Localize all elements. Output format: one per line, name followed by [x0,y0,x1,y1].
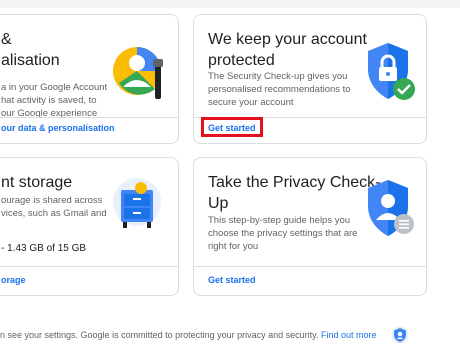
find-out-more-link[interactable]: Find out more [321,330,377,340]
privacy-card[interactable]: Take the Privacy Check- Up This step-by-… [193,157,427,296]
personalisation-card-description: a in your Google Account hat activity is… [1,82,108,119]
storage-link[interactable]: orage [1,275,26,285]
storage-card-description: ourage is shared across vices, such as G… [1,195,107,219]
privacy-shield-person-icon [364,178,416,245]
personalisation-card-title: & alisation [1,31,60,69]
card-divider [0,266,178,267]
storage-card-title: nt storage [1,174,73,191]
footer-privacy-text: n see your settings. Google is committed… [0,330,377,340]
privacy-get-started-link[interactable]: Get started [208,275,256,285]
privacy-person-badge-icon [391,326,409,349]
card-divider [194,266,426,267]
storage-card[interactable]: nt storage ourage is shared across vices… [0,157,179,296]
top-divider [0,0,460,8]
storage-cabinet-icon [111,176,163,237]
privacy-card-title: Take the Privacy Check- Up [208,174,381,212]
security-card-description: The Security Check-up gives you personal… [208,71,351,108]
get-started-highlight [201,117,263,137]
shield-lock-check-icon [364,41,416,108]
personalisation-card[interactable]: & alisation a in your Google Account hat… [0,14,179,144]
personalisation-illustration-icon [111,43,167,108]
personalisation-link[interactable]: our data & personalisation [1,123,115,133]
card-divider [0,117,178,118]
privacy-card-description: This step-by-step guide helps you choose… [208,215,358,252]
storage-usage-text: - 1.43 GB of 15 GB [1,243,87,254]
security-card-title: We keep your account protected [208,31,367,69]
